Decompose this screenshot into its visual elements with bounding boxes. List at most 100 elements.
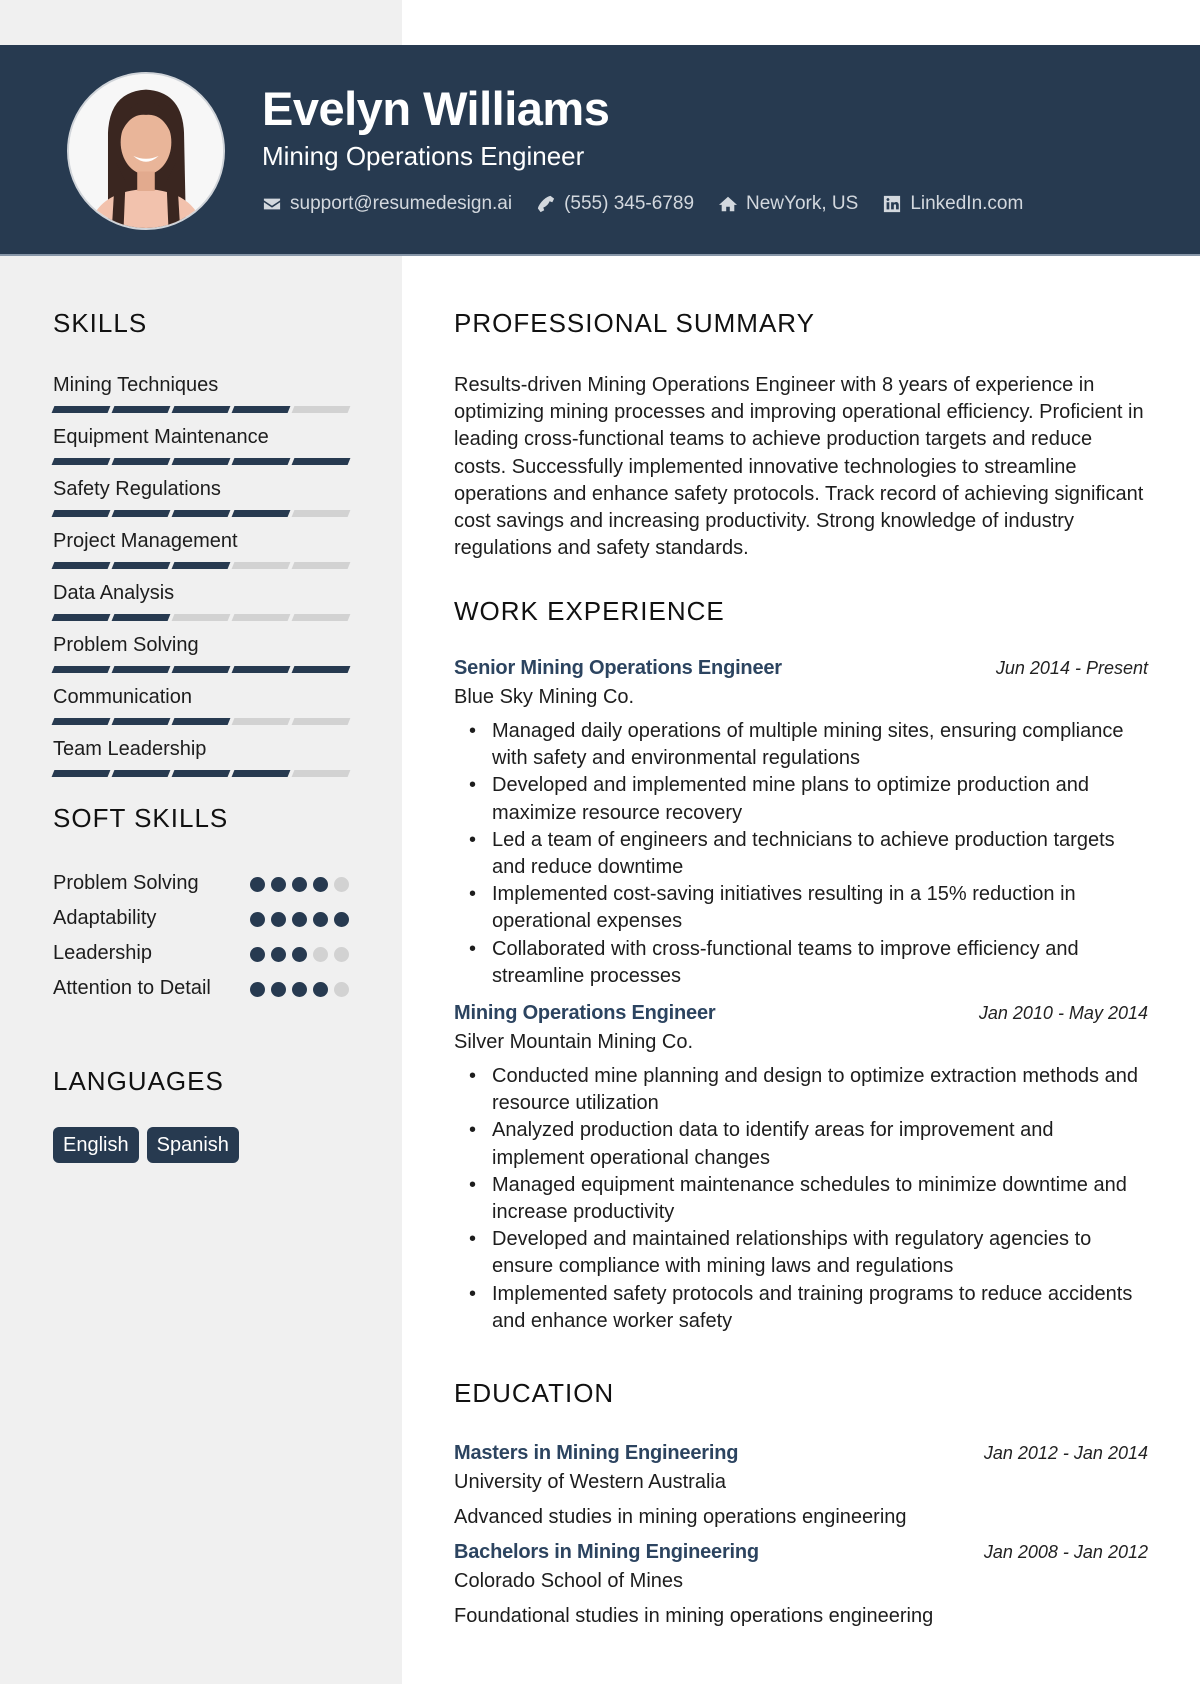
languages-heading: LANGUAGES — [53, 1066, 224, 1096]
skill-segment-filled — [51, 406, 111, 413]
skill-segment-filled — [51, 614, 111, 621]
skill-item: Safety Regulations — [51, 476, 351, 517]
skill-level-bar — [51, 458, 351, 465]
job-bullet: Analyzed production data to identify are… — [454, 1117, 1148, 1171]
contact-location[interactable]: NewYork, US — [718, 193, 858, 215]
soft-skill-name: Problem Solving — [53, 872, 199, 894]
candidate-title: Mining Operations Engineer — [262, 141, 585, 171]
skill-level-bar — [51, 510, 351, 517]
skill-segment-empty — [291, 562, 351, 569]
rating-dot-filled — [292, 982, 307, 997]
skill-segment-filled — [111, 718, 171, 725]
soft-skills-list: Problem Solving Adaptability Leadership Att… — [53, 870, 349, 1002]
education-heading: EDUCATION — [454, 1378, 615, 1408]
skill-segment-empty — [291, 510, 351, 517]
language-badge: Spanish — [146, 1127, 239, 1163]
degree-title: Bachelors in Mining Engineering — [454, 1541, 759, 1563]
job-date: Jun 2014 - Present — [995, 658, 1148, 678]
skill-segment-filled — [291, 666, 351, 673]
job-header: Senior Mining Operations Engineer Jun 201… — [454, 657, 1148, 680]
skill-item: Project Management — [51, 528, 351, 569]
skill-segment-filled — [171, 562, 231, 569]
school-name: University of Western Australia — [454, 1471, 726, 1493]
skill-segment-empty — [231, 718, 291, 725]
soft-skill-name: Adaptability — [53, 907, 157, 929]
skill-segment-filled — [171, 770, 231, 777]
profile-photo — [67, 72, 225, 230]
skill-segment-filled — [111, 458, 171, 465]
summary-section: PROFESSIONAL SUMMARY Results-driven Mini… — [454, 308, 1148, 562]
skill-name: Communication — [53, 686, 192, 708]
contact-linkedin-text: LinkedIn.com — [910, 193, 1024, 214]
job-title: Senior Mining Operations Engineer — [454, 657, 782, 679]
job-bullet: Collaborated with cross-functional teams… — [454, 936, 1148, 990]
skill-level-bar — [51, 718, 351, 725]
skill-item: Communication — [51, 684, 351, 725]
soft-skill-name: Leadership — [53, 942, 152, 964]
phone-icon — [536, 194, 556, 214]
rating-dot-empty — [334, 877, 349, 892]
job-bullet: Led a team of engineers and technicians … — [454, 827, 1148, 881]
job-bullet: Implemented safety protocols and trainin… — [454, 1281, 1148, 1335]
contact-phone[interactable]: (555) 345-6789 — [536, 193, 694, 215]
education-date: Jan 2012 - Jan 2014 — [983, 1443, 1148, 1463]
job-bullets: Managed daily operations of multiple min… — [454, 718, 1148, 990]
skill-name: Equipment Maintenance — [53, 426, 269, 448]
job-entry: Senior Mining Operations Engineer Jun 201… — [454, 657, 1148, 990]
skill-segment-empty — [291, 614, 351, 621]
envelope-icon — [262, 194, 282, 214]
contact-linkedin[interactable]: LinkedIn.com — [882, 193, 1023, 215]
skill-segment-filled — [171, 510, 231, 517]
job-bullet: Developed and maintained relationships w… — [454, 1226, 1148, 1280]
job-date: Jan 2010 - May 2014 — [978, 1003, 1148, 1024]
contact-email[interactable]: support@resumedesign.ai — [262, 193, 512, 215]
skill-segment-filled — [231, 406, 291, 413]
education-description: Advanced studies in mining operations en… — [454, 1506, 907, 1528]
skill-segment-filled — [51, 510, 111, 517]
skill-segment-filled — [111, 614, 171, 621]
job-title: Mining Operations Engineer — [454, 1002, 716, 1025]
resume-header: Evelyn Williams Mining Operations Engine… — [0, 45, 1200, 256]
skill-segment-filled — [111, 770, 171, 777]
education-list: Masters in Mining Engineering Jan 2012 - … — [454, 1442, 1148, 1628]
skill-segment-filled — [51, 718, 111, 725]
soft-skill-rating — [250, 870, 349, 892]
skill-name: Safety Regulations — [53, 478, 221, 500]
job-bullet: Managed equipment maintenance schedules … — [454, 1172, 1148, 1226]
rating-dot-filled — [271, 982, 286, 997]
skill-segment-filled — [171, 666, 231, 673]
soft-skill-item: Adaptability — [53, 905, 349, 932]
soft-skill-rating — [250, 940, 349, 962]
skill-level-bar — [51, 562, 351, 569]
rating-dot-filled — [250, 912, 265, 927]
skill-item: Data Analysis — [51, 580, 351, 621]
soft-skill-item: Leadership — [53, 940, 349, 967]
skill-name: Problem Solving — [53, 634, 199, 656]
jobs-list: Senior Mining Operations Engineer Jun 201… — [454, 657, 1148, 1335]
education-header: Masters in Mining Engineering Jan 2012 - … — [454, 1442, 1148, 1465]
degree-title: Masters in Mining Engineering — [454, 1442, 739, 1464]
soft-skill-name: Attention to Detail — [53, 977, 211, 999]
language-badge: English — [53, 1127, 139, 1163]
education-description: Foundational studies in mining operation… — [454, 1605, 934, 1627]
soft-skills-section: SOFT SKILLS Problem Solving Adaptability L… — [53, 803, 349, 1010]
job-entry: Mining Operations Engineer Jan 2010 - May… — [454, 1002, 1148, 1335]
education-date: Jan 2008 - Jan 2012 — [983, 1542, 1148, 1562]
skill-item: Equipment Maintenance — [51, 424, 351, 465]
skill-level-bar — [51, 614, 351, 621]
rating-dot-empty — [313, 947, 328, 962]
skills-section: SKILLS Mining Techniques Equipment Mainte… — [51, 308, 351, 788]
skill-segment-empty — [171, 614, 231, 621]
rating-dot-filled — [313, 912, 328, 927]
skill-level-bar — [51, 666, 351, 673]
summary-heading: PROFESSIONAL SUMMARY — [454, 308, 815, 338]
skill-segment-filled — [111, 666, 171, 673]
skills-heading: SKILLS — [53, 308, 148, 338]
soft-skill-item: Attention to Detail — [53, 975, 349, 1002]
rating-dot-empty — [334, 982, 349, 997]
skill-level-bar — [51, 406, 351, 413]
rating-dot-filled — [292, 947, 307, 962]
skill-segment-filled — [51, 666, 111, 673]
skill-name: Mining Techniques — [53, 374, 219, 396]
person-portrait-icon — [69, 74, 223, 228]
